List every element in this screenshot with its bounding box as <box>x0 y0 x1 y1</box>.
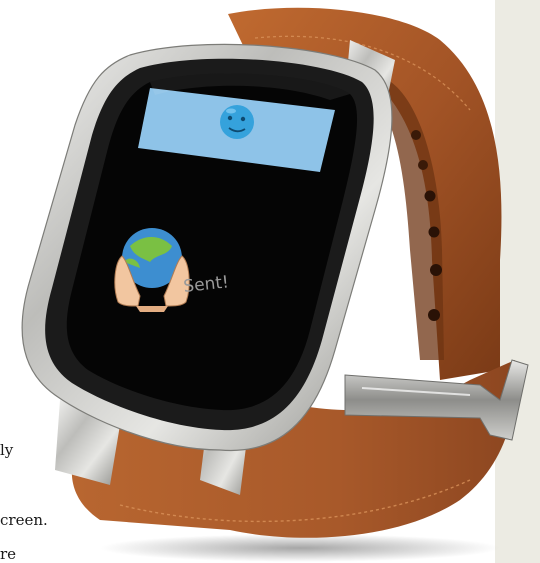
smartwatch-photo: Sent! <box>21 7 529 562</box>
strap-hole <box>418 160 428 170</box>
ground-shadow <box>100 534 500 562</box>
strap-hole <box>424 190 436 202</box>
blue-face-emoji-icon <box>220 105 254 139</box>
strap-hole <box>411 130 421 140</box>
strap-hole <box>428 226 440 238</box>
strap-hole <box>430 264 442 276</box>
strap-hole <box>428 309 440 321</box>
